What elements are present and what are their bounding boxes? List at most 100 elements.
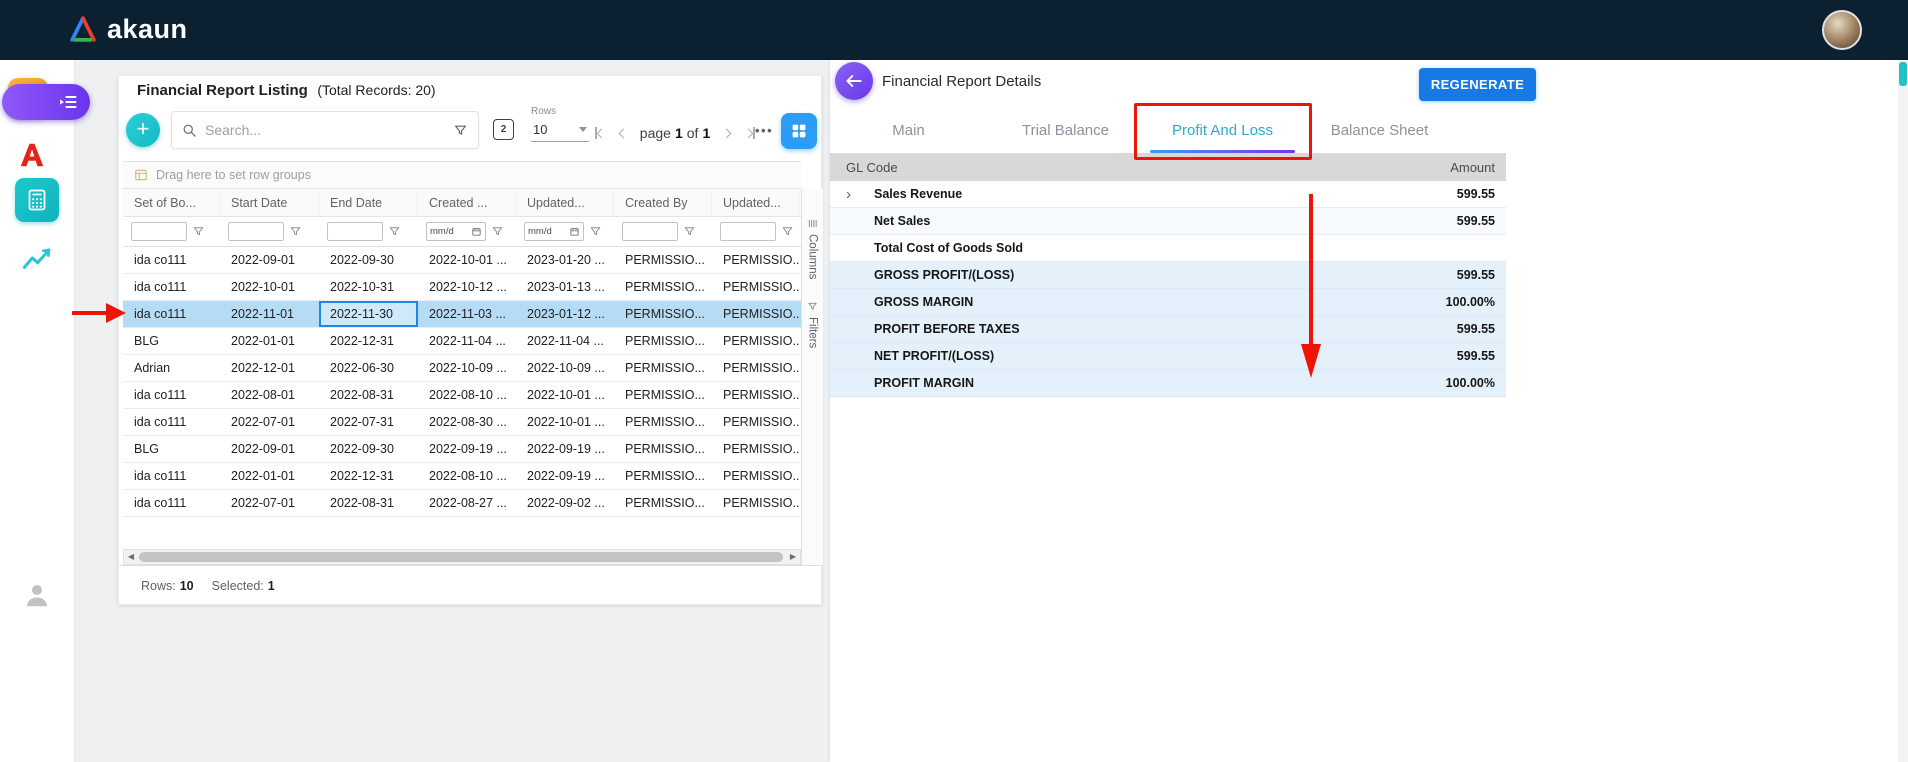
search-filter-icon[interactable] — [453, 123, 468, 138]
grid-cell[interactable]: PERMISSIO... — [712, 328, 799, 354]
date-filter-input[interactable]: mm/d — [426, 222, 486, 241]
add-record-button[interactable]: + — [126, 113, 160, 147]
report-row[interactable]: GROSS PROFIT/(LOSS)599.55 — [830, 262, 1506, 289]
table-row[interactable]: ida co1112022-01-012022-12-312022-08-10 … — [123, 463, 801, 490]
grid-cell[interactable]: Adrian — [123, 355, 220, 381]
grid-cell[interactable]: ida co111 — [123, 463, 220, 489]
report-row[interactable]: PROFIT BEFORE TAXES599.55 — [830, 316, 1506, 343]
grid-cell[interactable]: 2022-08-30 ... — [418, 409, 516, 435]
column-header[interactable]: Start Date — [220, 189, 319, 216]
table-row[interactable]: ida co1112022-10-012022-10-312022-10-12 … — [123, 274, 801, 301]
report-row[interactable]: NET PROFIT/(LOSS)599.55 — [830, 343, 1506, 370]
text-filter-input[interactable] — [622, 222, 678, 241]
grid-cell[interactable]: PERMISSIO... — [712, 355, 799, 381]
grid-cell[interactable]: 2022-08-31 — [319, 382, 418, 408]
report-row[interactable]: PROFIT MARGIN100.00% — [830, 370, 1506, 397]
grid-cell[interactable]: 2022-09-30 — [319, 436, 418, 462]
tab-profit-and-loss[interactable]: Profit And Loss — [1144, 108, 1301, 153]
grid-cell[interactable]: 2022-11-03 ... — [418, 301, 516, 327]
column-header[interactable]: Updated... — [516, 189, 614, 216]
grid-cell[interactable]: 2022-11-30 — [319, 301, 418, 327]
grid-cell[interactable]: 2022-01-01 — [220, 463, 319, 489]
grid-cell[interactable]: PERMISSIO... — [614, 490, 712, 516]
sidebar-expand-button[interactable] — [2, 84, 90, 120]
grid-cell[interactable]: 2022-11-04 ... — [516, 328, 614, 354]
grid-cell[interactable]: PERMISSIO... — [712, 409, 799, 435]
filter-funnel-icon[interactable] — [491, 225, 504, 238]
columns-panel-tab[interactable]: Columns — [802, 214, 823, 283]
rows-per-page-select[interactable]: Rows 10 — [531, 106, 593, 142]
scroll-right-button[interactable]: ▶ — [786, 550, 800, 564]
filter-funnel-icon[interactable] — [388, 225, 401, 238]
grid-cell[interactable]: BLG — [123, 328, 220, 354]
table-row[interactable]: BLG2022-01-012022-12-312022-11-04 ...202… — [123, 328, 801, 355]
grid-cell[interactable]: 2022-09-30 — [319, 247, 418, 273]
scroll-left-button[interactable]: ◀ — [124, 550, 138, 564]
table-row[interactable]: ida co1112022-09-012022-09-302022-10-01 … — [123, 247, 801, 274]
grid-cell[interactable]: 2022-07-31 — [319, 409, 418, 435]
grid-cell[interactable]: PERMISSIO... — [614, 247, 712, 273]
grid-cell[interactable]: 2022-08-10 ... — [418, 463, 516, 489]
grid-cell[interactable]: 2022-09-19 ... — [516, 463, 614, 489]
grid-cell[interactable]: 2022-11-01 — [220, 301, 319, 327]
grid-cell[interactable]: 2022-11-04 ... — [418, 328, 516, 354]
filter-funnel-icon[interactable] — [289, 225, 302, 238]
search-input[interactable] — [205, 122, 445, 138]
table-row[interactable]: ida co1112022-07-012022-08-312022-08-27 … — [123, 490, 801, 517]
prev-page-button[interactable] — [618, 128, 629, 139]
filter-funnel-icon[interactable] — [683, 225, 696, 238]
column-header[interactable]: Set of Bo... — [123, 189, 220, 216]
filter-funnel-icon[interactable] — [192, 225, 205, 238]
table-row[interactable]: ida co1112022-11-012022-11-302022-11-03 … — [123, 301, 801, 328]
grid-cell[interactable]: 2022-09-01 — [220, 436, 319, 462]
tab-trial-balance[interactable]: Trial Balance — [987, 108, 1144, 153]
grid-cell[interactable]: PERMISSIO... — [712, 490, 799, 516]
row-group-dropzone[interactable]: Drag here to set row groups — [123, 161, 801, 189]
grid-cell[interactable]: 2022-07-01 — [220, 490, 319, 516]
window-scrollbar[interactable] — [1898, 60, 1908, 762]
table-row[interactable]: ida co1112022-07-012022-07-312022-08-30 … — [123, 409, 801, 436]
grid-cell[interactable]: 2022-10-09 ... — [418, 355, 516, 381]
filter-funnel-icon[interactable] — [781, 225, 794, 238]
sidebar-item-analytics[interactable] — [21, 244, 53, 276]
grid-cell[interactable]: 2022-09-02 ... — [516, 490, 614, 516]
grid-cell[interactable]: 2022-08-31 — [319, 490, 418, 516]
column-header[interactable]: End Date — [319, 189, 418, 216]
grid-cell[interactable]: 2022-10-09 ... — [516, 355, 614, 381]
grid-cell[interactable]: ida co111 — [123, 382, 220, 408]
grid-cell[interactable]: PERMISSIO... — [712, 247, 799, 273]
grid-cell[interactable]: ida co111 — [123, 409, 220, 435]
list-view-toggle-icon[interactable]: 2 — [493, 119, 514, 140]
scrollbar-thumb[interactable] — [139, 552, 783, 562]
report-row[interactable]: Total Cost of Goods Sold — [830, 235, 1506, 262]
grid-cell[interactable]: 2022-10-01 ... — [516, 382, 614, 408]
grid-cell[interactable]: 2022-07-01 — [220, 409, 319, 435]
first-page-button[interactable] — [593, 125, 607, 141]
column-header[interactable]: Updated... — [712, 189, 799, 216]
grid-cell[interactable]: PERMISSIO... — [614, 328, 712, 354]
grid-cell[interactable]: 2022-06-30 — [319, 355, 418, 381]
column-header[interactable]: Created ... — [418, 189, 516, 216]
grid-cell[interactable]: 2022-10-31 — [319, 274, 418, 300]
grid-cell[interactable]: 2022-08-27 ... — [418, 490, 516, 516]
text-filter-input[interactable] — [131, 222, 187, 241]
grid-cell[interactable]: PERMISSIO... — [712, 463, 799, 489]
column-header[interactable]: Created By — [614, 189, 712, 216]
grid-cell[interactable]: 2023-01-13 ... — [516, 274, 614, 300]
grid-cell[interactable]: 2023-01-20 ... — [516, 247, 614, 273]
grid-cell[interactable]: PERMISSIO... — [712, 274, 799, 300]
sidebar-item-accounting[interactable] — [15, 178, 59, 222]
grid-cell[interactable]: 2022-01-01 — [220, 328, 319, 354]
grid-cell[interactable]: PERMISSIO... — [712, 436, 799, 462]
filters-panel-tab[interactable]: Filters — [802, 297, 823, 352]
text-filter-input[interactable] — [327, 222, 383, 241]
grid-cell[interactable]: ida co111 — [123, 301, 220, 327]
grid-cell[interactable]: 2022-09-19 ... — [418, 436, 516, 462]
text-filter-input[interactable] — [228, 222, 284, 241]
tab-main[interactable]: Main — [830, 108, 987, 153]
report-row[interactable]: Net Sales599.55 — [830, 208, 1506, 235]
date-filter-input[interactable]: mm/d — [524, 222, 584, 241]
grid-cell[interactable]: PERMISSIO... — [712, 382, 799, 408]
grid-cell[interactable]: 2023-01-12 ... — [516, 301, 614, 327]
grid-cell[interactable]: PERMISSIO... — [614, 436, 712, 462]
